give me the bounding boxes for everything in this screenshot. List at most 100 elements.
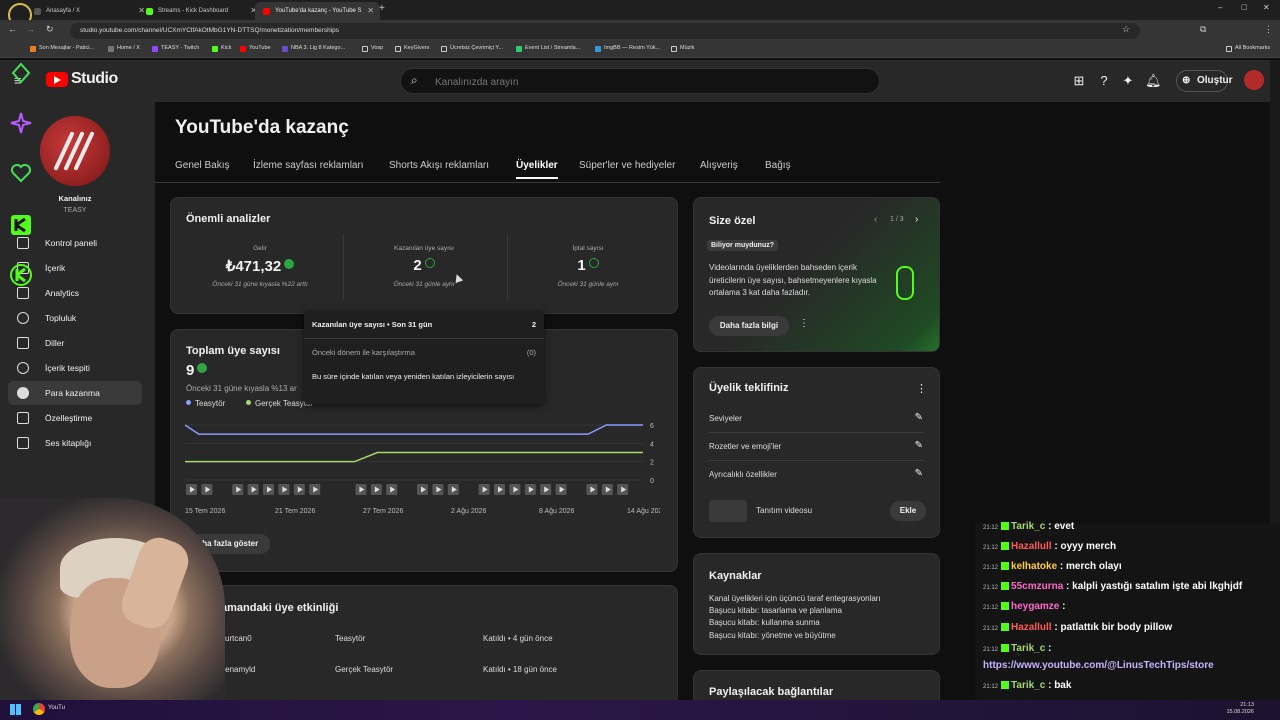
back-icon[interactable]: ← (8, 24, 17, 34)
bookmark-label: TEASY - Twitch (161, 45, 200, 51)
tab-shopping[interactable]: Alışveriş (700, 160, 738, 171)
tab-watch-page-ads[interactable]: İzleme sayfası reklamları (253, 160, 364, 171)
tab-donation[interactable]: Bağış (765, 160, 791, 171)
sidebar-item-audio-library[interactable]: Ses kitaplığı (8, 431, 142, 455)
more-options-icon[interactable]: ⋮ (799, 318, 809, 329)
bookmark-item[interactable]: TEASY - Twitch (152, 45, 200, 52)
offer-item-levels[interactable]: Seviyeler (709, 414, 742, 423)
kick-badge-icon (1001, 582, 1010, 590)
studio-logo[interactable]: Studio (71, 70, 118, 88)
y-tick-label: 2 (650, 460, 654, 467)
tab-memberships[interactable]: Üyelikler (516, 160, 558, 179)
folder-icon (1226, 46, 1232, 52)
audio-library-icon (17, 437, 29, 449)
browser-tab-active[interactable]: YouTube'da kazanç - YouTube S ✕ (255, 2, 380, 20)
menu-icon[interactable]: ⋮ (1264, 24, 1273, 35)
sidebar-item-monetization[interactable]: Para kazanma (8, 381, 142, 405)
account-avatar[interactable] (1244, 70, 1264, 90)
channel-avatar[interactable] (40, 116, 110, 186)
bookmark-item[interactable]: Son Mesajlar - Patici... (30, 45, 94, 52)
feedback-icon[interactable]: ⊞ (1071, 73, 1087, 89)
more-options-icon[interactable]: ⋮ (916, 382, 927, 395)
resource-link[interactable]: Başucu kitabı: tasarlama ve planlama (709, 606, 842, 615)
sidebar-item-label: Özelleştirme (45, 413, 93, 423)
bookmark-item[interactable]: NBA 3. Lig 8 Katego... (282, 45, 345, 52)
browser-tab[interactable]: Anasayfa / X ✕ (26, 2, 151, 20)
folder-icon (362, 46, 368, 52)
close-tab-icon[interactable]: ✕ (367, 2, 374, 20)
offer-item-perks[interactable]: Ayrıcalıklı özellikler (709, 470, 777, 479)
edit-pencil-icon[interactable]: ✎ (915, 468, 923, 479)
sidebar-item-copyright[interactable]: İçerik tespiti (8, 356, 142, 380)
bookmark-item[interactable]: Vosp (362, 45, 383, 52)
bookmark-item[interactable]: Ücretsiz Çevrimiçi Y... (441, 45, 503, 52)
sidebar-item-label: Para kazanma (45, 388, 100, 398)
offer-item-badges[interactable]: Rozetler ve emoji'ler (709, 442, 781, 451)
search-bar[interactable]: ⌕ (400, 68, 880, 94)
sidebar-item-label: Topluluk (45, 313, 77, 323)
next-icon[interactable]: › (915, 214, 918, 225)
bookmark-item[interactable]: YouTube (240, 45, 271, 52)
learn-more-button[interactable]: Daha fazla bilgi (709, 316, 789, 336)
forward-icon[interactable]: → (26, 24, 35, 34)
member-username[interactable]: yurtcan0 (221, 634, 252, 643)
reload-icon[interactable]: ↻ (46, 24, 54, 35)
sidebar-item-label: Diller (45, 338, 65, 348)
x-tick-label: 15 Tem 2026 (185, 508, 225, 515)
sidebar-item-community[interactable]: Topluluk (8, 306, 142, 330)
bookmark-item[interactable]: KeyGivers (395, 45, 429, 52)
bookmark-item[interactable]: Kick (212, 45, 231, 52)
bookmark-label: Home / X (117, 45, 140, 51)
sparkle-icon[interactable]: ✦ (1120, 73, 1136, 89)
bookmark-item[interactable]: Home / X (108, 45, 140, 52)
y-tick-label: 6 (650, 423, 654, 430)
tab-overview[interactable]: Genel Bakış (175, 160, 229, 171)
help-icon[interactable]: ? (1096, 73, 1112, 89)
sidebar-item-languages[interactable]: Diller (8, 331, 142, 355)
bookmark-label: All Bookmarks (1235, 45, 1271, 51)
bookmark-item[interactable]: Müzik (671, 45, 694, 52)
create-button[interactable]: ⊕ Oluştur (1176, 70, 1233, 92)
create-video-icon: ⊕ (1182, 75, 1191, 86)
extensions-icon[interactable]: ⧉ (1200, 24, 1206, 35)
kick-badge-icon (1001, 602, 1010, 610)
bookmark-star-icon[interactable]: ☆ (1122, 24, 1130, 35)
search-input[interactable] (435, 74, 855, 90)
taskbar-app-label[interactable]: YouTu (48, 705, 65, 711)
sidebar-item-label: Analytics (45, 288, 80, 298)
chrome-taskbar-icon[interactable] (33, 703, 45, 715)
bookmark-item[interactable]: Event List / Streamla... (516, 45, 580, 52)
youtube-logo-icon[interactable] (46, 72, 68, 87)
sidebar-item-customization[interactable]: Özelleştirme (8, 406, 142, 430)
gained-members-value[interactable]: 2 (344, 257, 504, 274)
chat-message: 21:12 Tarik_c : evet (983, 521, 1074, 532)
edit-pencil-icon[interactable]: ✎ (915, 412, 923, 423)
new-tab-button[interactable]: + (379, 3, 385, 14)
edit-pencil-icon[interactable]: ✎ (915, 440, 923, 451)
url-field[interactable]: studio.youtube.com/channel/UCXmYClfAkOtM… (70, 23, 1140, 39)
did-you-know-badge: Biliyor muydunuz? (707, 240, 778, 251)
check-circle-icon (588, 258, 599, 268)
windows-start-icon[interactable] (10, 704, 21, 715)
minimize-window-icon[interactable]: – (1218, 3, 1222, 12)
resource-link[interactable]: Başucu kitabı: yönetme ve büyütme (709, 631, 836, 640)
chat-message: 21:12 55cmzurna : kalpli yastığı satalım … (983, 581, 1242, 592)
legend-label: Teasytör (195, 399, 226, 408)
prev-icon[interactable]: ‹ (874, 214, 877, 225)
close-window-icon[interactable]: ✕ (1263, 3, 1270, 12)
gained-members-label: Kazanılan üye sayısı (394, 245, 454, 252)
tab-shorts-ads[interactable]: Shorts Akışı reklamları (389, 160, 489, 171)
resource-link[interactable]: Başucu kitabı: kullanma sunma (709, 618, 820, 627)
all-bookmarks[interactable]: All Bookmarks (1226, 45, 1271, 52)
sidebar-item-label: Kontrol paneli (45, 238, 97, 248)
maximize-window-icon[interactable]: ▢ (1241, 3, 1248, 11)
tab-supers-gifts[interactable]: Süper'ler ve hediyeler (579, 160, 675, 171)
bookmark-item[interactable]: ImgBB — Resim Yük... (595, 45, 660, 52)
add-video-button[interactable]: Ekle (890, 501, 926, 521)
pager-text: 1 / 3 (890, 216, 904, 223)
x-tick-label: 14 Ağu 2026 (627, 508, 660, 515)
notifications-icon[interactable]: 🔔︎ (1145, 73, 1162, 89)
browser-tab[interactable]: Streams - Kick Dashboard ✕ (138, 2, 263, 20)
chat-text: : (1059, 601, 1066, 612)
tab-title: Anasayfa / X (46, 8, 81, 14)
